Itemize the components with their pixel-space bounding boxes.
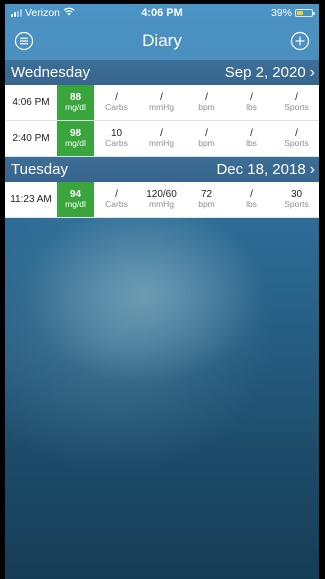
- pulse-unit: bpm: [198, 199, 215, 210]
- add-entry-button[interactable]: [289, 30, 311, 52]
- glucose-cell: 98 mg/dl: [57, 121, 94, 156]
- menu-circle-icon: [14, 31, 34, 51]
- diary-entry-row[interactable]: 2:40 PM 98 mg/dl 10 Carbs / mmHg / bpm /…: [5, 121, 319, 157]
- wifi-icon: [63, 7, 75, 19]
- sports-unit: Sports: [284, 138, 309, 149]
- sports-cell: / Sports: [274, 121, 319, 156]
- day-header-tuesday[interactable]: Tuesday Dec 18, 2018 ›: [5, 157, 319, 182]
- blood-pressure-unit: mmHg: [148, 102, 175, 113]
- diary-entry-row[interactable]: 4:06 PM 88 mg/dl / Carbs / mmHg / bpm / …: [5, 85, 319, 121]
- blood-pressure-cell: / mmHg: [139, 121, 184, 156]
- signal-icon: [11, 9, 22, 17]
- entry-time: 11:23 AM: [10, 194, 52, 205]
- status-left: Verizon: [11, 7, 101, 19]
- pulse-unit: bpm: [198, 102, 215, 113]
- pulse-unit: bpm: [198, 138, 215, 149]
- weight-unit: lbs: [246, 138, 257, 149]
- pulse-cell: 72 bpm: [184, 182, 229, 217]
- glucose-cell: 94 mg/dl: [57, 182, 94, 217]
- chevron-right-icon: ›: [309, 63, 315, 81]
- blood-pressure-cell: / mmHg: [139, 85, 184, 120]
- day-date: Sep 2, 2020: [224, 64, 306, 81]
- day-date: Dec 18, 2018: [216, 161, 306, 178]
- app-screen: Verizon 4:06 PM 39% Diary Wednesday Sep …: [5, 4, 319, 579]
- day-name: Tuesday: [11, 161, 68, 178]
- blood-pressure-unit: mmHg: [148, 199, 175, 210]
- carbs-cell: 10 Carbs: [94, 121, 139, 156]
- status-time: 4:06 PM: [141, 7, 183, 19]
- sports-cell: 30 Sports: [274, 182, 319, 217]
- battery-icon: [294, 9, 315, 17]
- blood-pressure-cell: 120/60 mmHg: [139, 182, 184, 217]
- weight-cell: / lbs: [229, 182, 274, 217]
- entry-time: 4:06 PM: [12, 97, 50, 108]
- sports-unit: Sports: [284, 199, 309, 210]
- weight-unit: lbs: [246, 199, 257, 210]
- entry-time: 2:40 PM: [12, 133, 50, 144]
- day-date-group: Dec 18, 2018 ›: [216, 161, 315, 178]
- day-date-group: Sep 2, 2020 ›: [225, 64, 315, 81]
- pulse-cell: / bpm: [184, 85, 229, 120]
- glucose-unit: mg/dl: [65, 138, 86, 149]
- status-right: 39%: [223, 7, 315, 19]
- carbs-cell: / Carbs: [94, 182, 139, 217]
- glucose-cell: 88 mg/dl: [57, 85, 94, 120]
- sports-unit: Sports: [284, 102, 309, 113]
- weight-cell: / lbs: [229, 121, 274, 156]
- carbs-cell: / Carbs: [94, 85, 139, 120]
- weight-cell: / lbs: [229, 85, 274, 120]
- menu-button[interactable]: [13, 30, 35, 52]
- nav-bar: Diary: [5, 22, 319, 60]
- carrier-name: Verizon: [25, 7, 61, 19]
- carbs-unit: Carbs: [105, 138, 128, 149]
- blood-pressure-unit: mmHg: [148, 138, 175, 149]
- day-header-wednesday[interactable]: Wednesday Sep 2, 2020 ›: [5, 60, 319, 85]
- battery-percent: 39%: [270, 7, 292, 19]
- pulse-cell: / bpm: [184, 121, 229, 156]
- glucose-unit: mg/dl: [65, 199, 86, 210]
- carbs-unit: Carbs: [105, 199, 128, 210]
- glucose-unit: mg/dl: [65, 102, 86, 113]
- weight-unit: lbs: [246, 102, 257, 113]
- status-bar: Verizon 4:06 PM 39%: [5, 4, 319, 22]
- diary-entry-row[interactable]: 11:23 AM 94 mg/dl / Carbs 120/60 mmHg 72…: [5, 182, 319, 218]
- chevron-right-icon: ›: [309, 160, 315, 178]
- day-name: Wednesday: [11, 64, 90, 81]
- carbs-unit: Carbs: [105, 102, 128, 113]
- plus-circle-icon: [290, 31, 310, 51]
- page-title: Diary: [142, 31, 182, 50]
- sports-cell: / Sports: [274, 85, 319, 120]
